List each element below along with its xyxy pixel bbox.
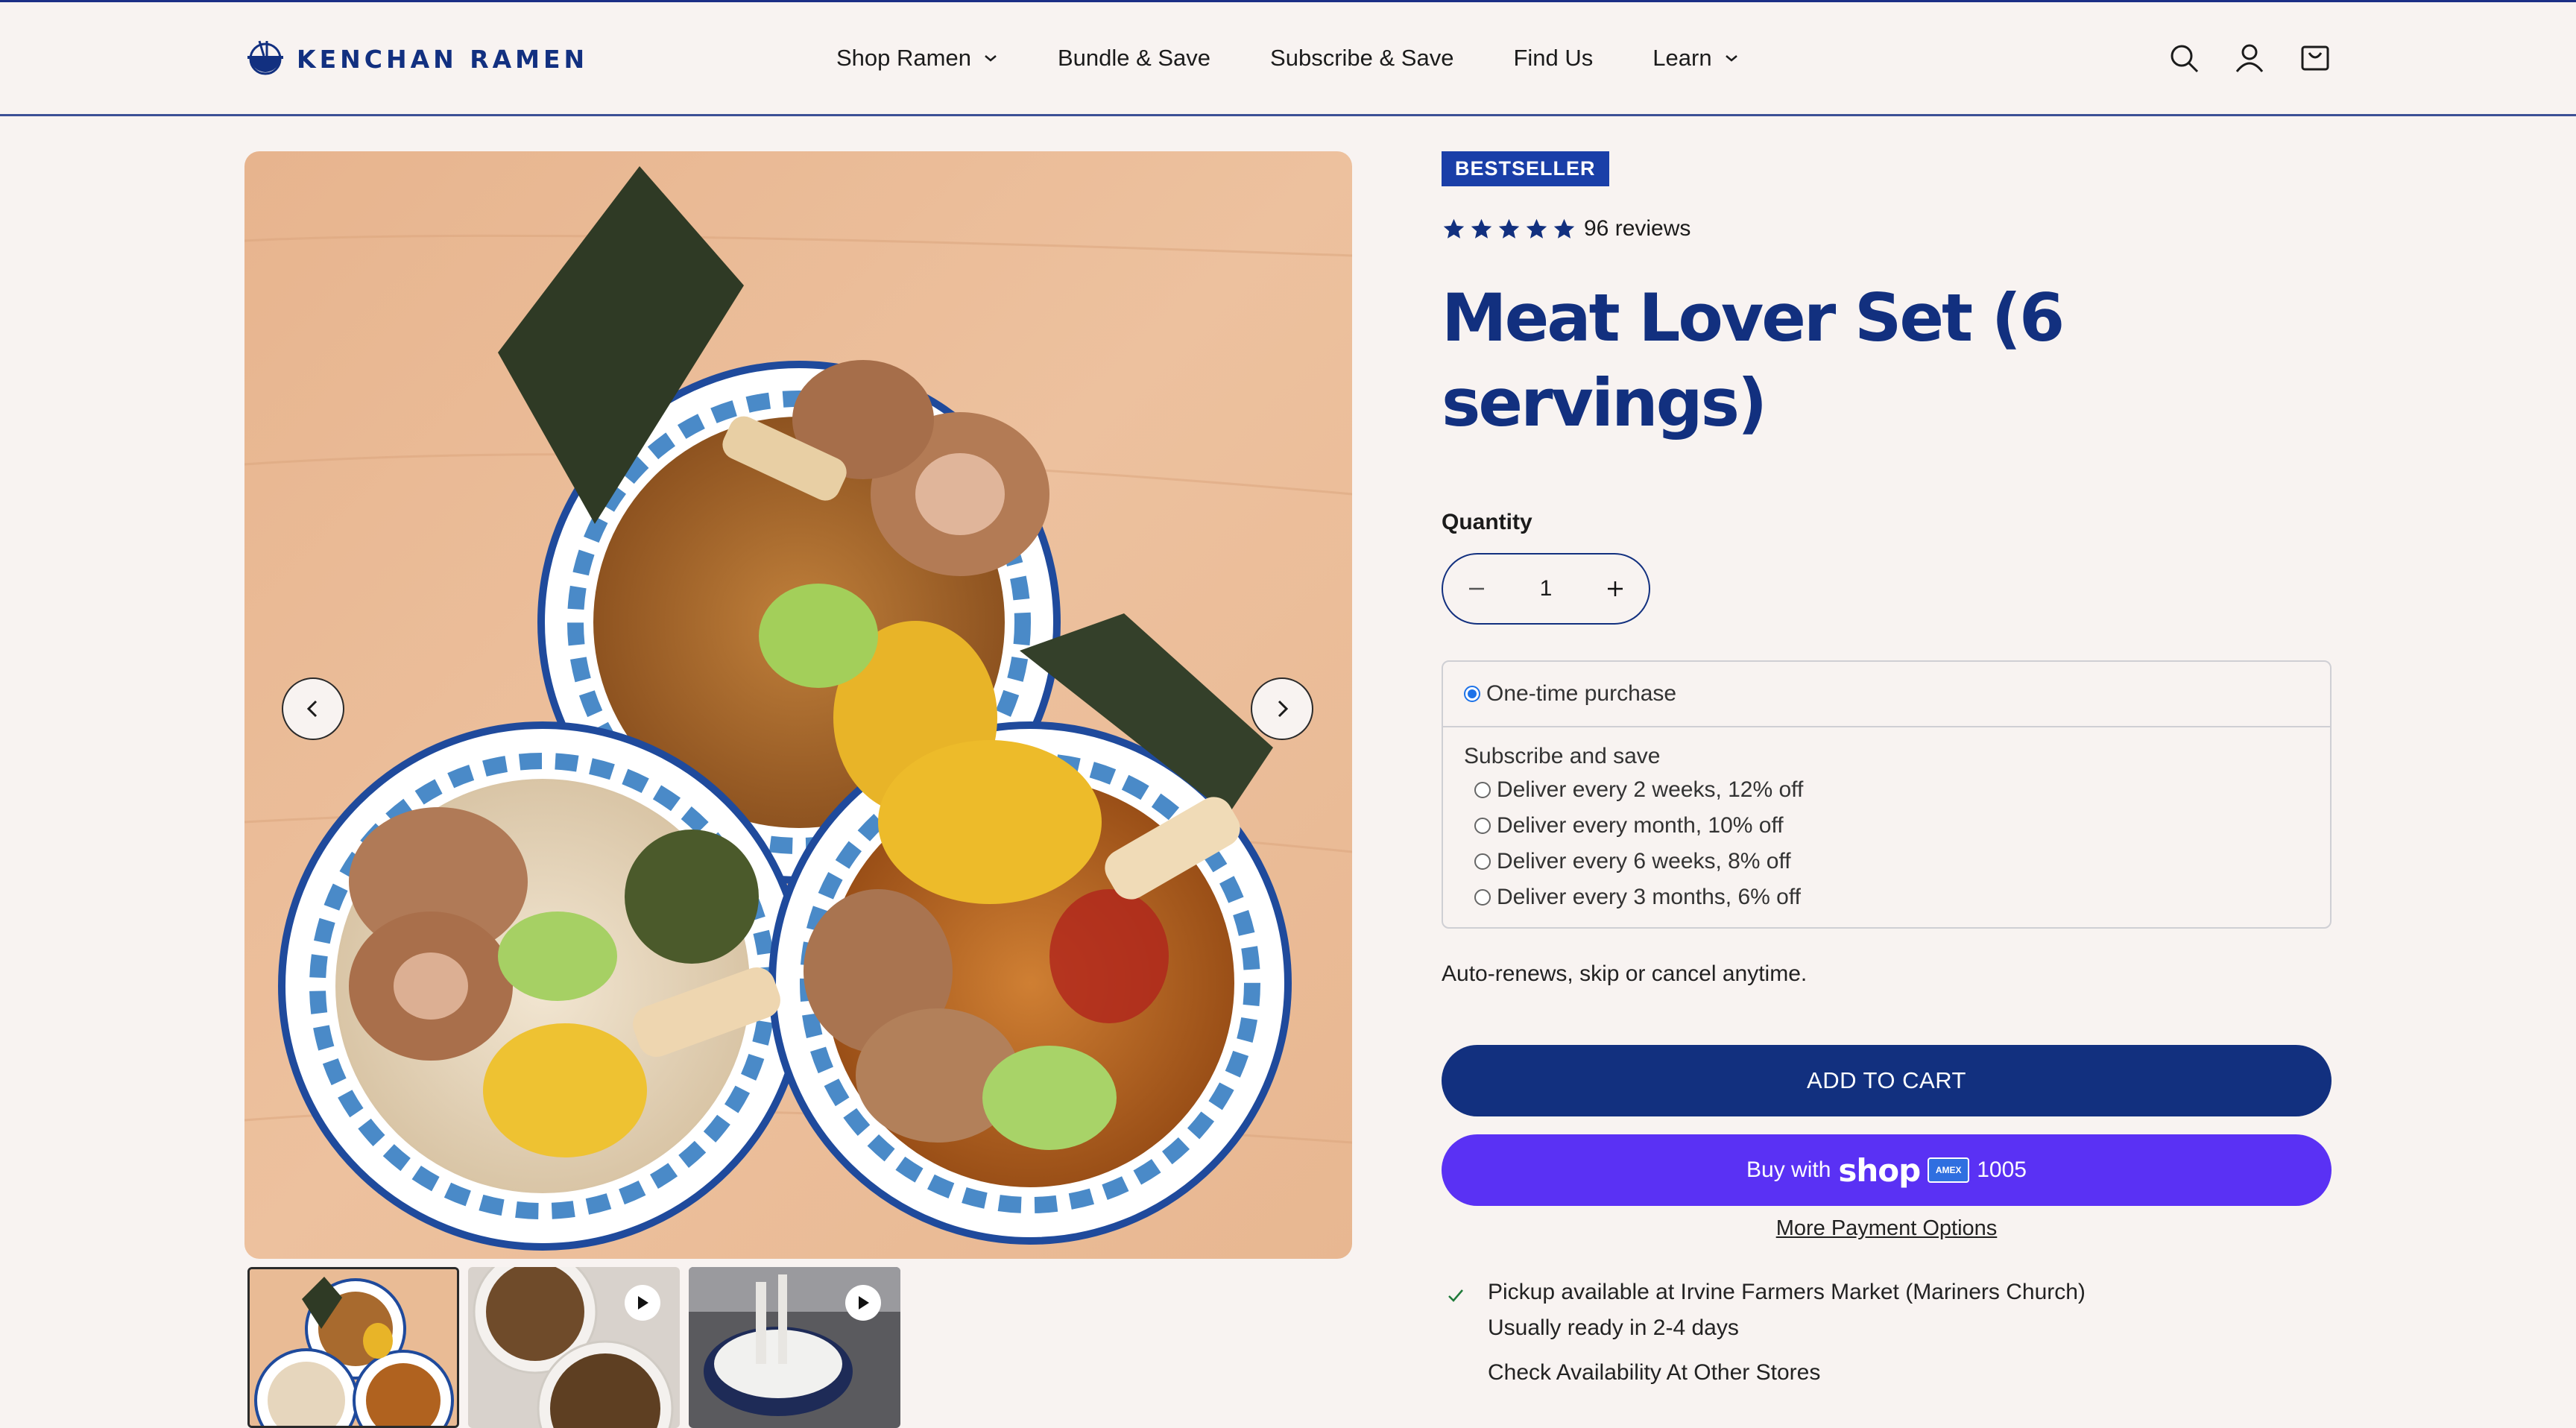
nav-label: Bundle & Save — [1057, 45, 1211, 71]
gallery-next-button[interactable] — [1251, 677, 1313, 740]
nav-bundle-save[interactable]: Bundle & Save — [1058, 45, 1210, 72]
subscription-option[interactable]: Deliver every 3 months, 6% off — [1464, 882, 2309, 912]
ramen-bowl-logo-icon — [247, 40, 283, 75]
quantity-stepper: 1 — [1442, 553, 1650, 625]
play-icon — [625, 1285, 660, 1321]
radio-selected[interactable] — [1464, 686, 1480, 702]
product-info: BESTSELLER 96 reviews Meat Lover Set (6 … — [1442, 151, 2332, 1386]
star-icon — [1553, 218, 1575, 238]
product-title: Meat Lover Set (6 servings) — [1442, 279, 2065, 441]
subscribe-title: Subscribe and save — [1464, 744, 1661, 768]
star-icon — [1443, 218, 1465, 238]
account-icon[interactable] — [2233, 42, 2266, 75]
thumbnail-broth-video[interactable] — [468, 1267, 680, 1428]
nav-learn[interactable]: Learn — [1652, 45, 1738, 72]
plus-icon[interactable] — [1604, 578, 1626, 600]
pickup-availability: Pickup available at Irvine Farmers Marke… — [1442, 1280, 2332, 1386]
pickup-ready-time: Usually ready in 2-4 days — [1488, 1315, 1739, 1340]
subscription-option[interactable]: Deliver every 6 weeks, 8% off — [1464, 847, 2309, 876]
shop-logo: shop — [1838, 1151, 1921, 1189]
star-icon — [1526, 218, 1547, 238]
star-icon — [1471, 218, 1492, 238]
check-availability-link[interactable]: Check Availability At Other Stores — [1488, 1360, 2086, 1386]
amex-card-icon: AMEX — [1928, 1157, 1970, 1183]
option-label: One-time purchase — [1486, 681, 1677, 706]
radio-unselected[interactable] — [1474, 818, 1491, 834]
play-icon — [845, 1285, 881, 1321]
product-main-image[interactable] — [244, 151, 1352, 1259]
gallery-thumbnails — [247, 1267, 900, 1428]
subscription-option[interactable]: Deliver every month, 10% off — [1464, 811, 2309, 841]
thumbnail-image — [250, 1269, 457, 1426]
subscription-option[interactable]: Deliver every 2 weeks, 12% off — [1464, 775, 2309, 805]
one-time-purchase-option[interactable]: One-time purchase — [1443, 662, 2330, 727]
quantity-label: Quantity — [1442, 510, 1532, 534]
checkmark-icon — [1448, 1289, 1463, 1302]
pickup-location: Pickup available at Irvine Farmers Marke… — [1488, 1280, 2086, 1304]
star-icon — [1498, 218, 1520, 238]
thumbnail-ramen-bowls[interactable] — [247, 1267, 459, 1428]
brand-name: KENCHAN RAMEN — [297, 44, 589, 74]
gallery-prev-button[interactable] — [282, 677, 344, 740]
card-last-digits: 1005 — [1977, 1157, 2027, 1182]
more-payment-options-link[interactable]: More Payment Options — [1442, 1216, 2332, 1241]
radio-unselected[interactable] — [1474, 889, 1491, 906]
buy-with-label: Buy with — [1746, 1157, 1831, 1182]
chevron-right-icon — [1278, 700, 1289, 718]
pickup-text: Pickup available at Irvine Farmers Marke… — [1488, 1280, 2086, 1386]
nav-label: Shop Ramen — [836, 45, 971, 71]
option-label: Deliver every 3 months, 6% off — [1497, 885, 1801, 909]
review-count: 96 reviews — [1584, 216, 1691, 241]
search-icon[interactable] — [2168, 42, 2200, 75]
bestseller-badge: BESTSELLER — [1442, 151, 1609, 186]
nav-shop-ramen[interactable]: Shop Ramen — [836, 45, 998, 72]
ramen-photo — [244, 151, 1352, 1259]
radio-unselected[interactable] — [1474, 782, 1491, 798]
radio-unselected[interactable] — [1474, 853, 1491, 870]
product-rating[interactable]: 96 reviews — [1442, 216, 2332, 241]
quantity-value[interactable]: 1 — [1540, 576, 1553, 601]
option-label: Deliver every 6 weeks, 8% off — [1497, 849, 1791, 873]
auto-renew-note: Auto-renews, skip or cancel anytime. — [1442, 961, 1808, 986]
add-to-cart-button[interactable]: ADD TO CART — [1442, 1045, 2332, 1116]
option-label: Deliver every 2 weeks, 12% off — [1497, 777, 1804, 802]
chevron-down-icon — [985, 55, 997, 62]
nav-find-us[interactable]: Find Us — [1513, 45, 1593, 72]
thumbnail-noodle-pot-video[interactable] — [689, 1267, 900, 1428]
site-header: KENCHAN RAMEN Shop Ramen Bundle & Save S… — [0, 2, 2576, 116]
brand-logo[interactable]: KENCHAN RAMEN — [244, 38, 588, 80]
chevron-left-icon — [306, 700, 318, 718]
chevron-down-icon — [1725, 55, 1737, 62]
minus-icon[interactable] — [1465, 578, 1488, 600]
main-nav: Shop Ramen Bundle & Save Subscribe & Sav… — [836, 2, 1799, 114]
cart-icon[interactable] — [2299, 42, 2332, 75]
shop-pay-button[interactable]: Buy with shop AMEX 1005 — [1442, 1134, 2332, 1206]
purchase-options: One-time purchase Subscribe and save Del… — [1442, 660, 2332, 929]
nav-subscribe-save[interactable]: Subscribe & Save — [1270, 45, 1453, 72]
nav-label: Learn — [1652, 45, 1712, 71]
star-rating — [1442, 217, 1576, 241]
header-actions — [2168, 2, 2332, 114]
subscribe-section: Subscribe and save Deliver every 2 weeks… — [1443, 727, 2330, 927]
nav-label: Subscribe & Save — [1270, 45, 1454, 71]
nav-label: Find Us — [1513, 45, 1594, 71]
option-label: Deliver every month, 10% off — [1497, 813, 1784, 838]
